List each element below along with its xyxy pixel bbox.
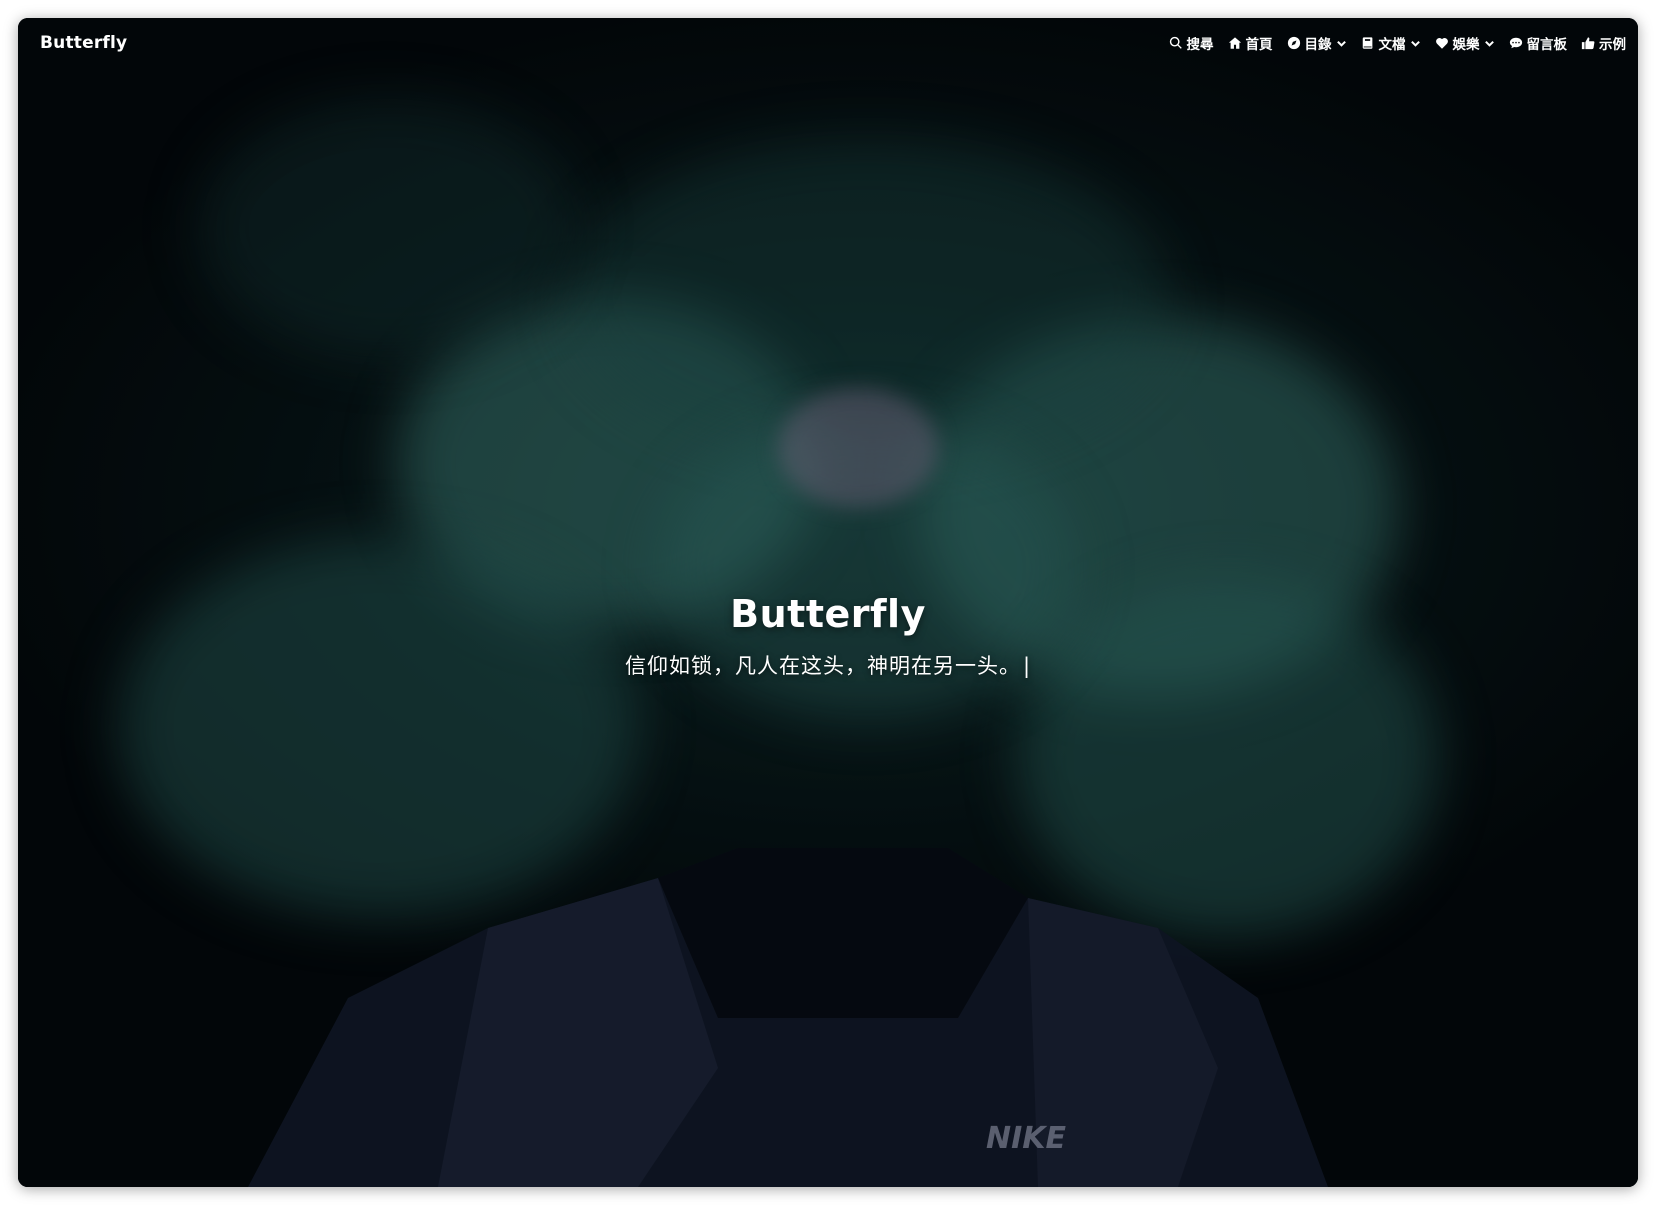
nav-item-home[interactable]: 首頁 [1228, 33, 1273, 53]
compass-icon [1287, 36, 1300, 50]
nav-menu: 搜尋 首頁 目錄 文檔 娛樂 留言板 示例 [1155, 33, 1626, 53]
browser-window: NIKE Butterfly 搜尋 首頁 目錄 文檔 娛樂 留言板 示例 But… [18, 18, 1638, 1187]
typing-cursor: | [1022, 654, 1032, 678]
heartbeat-icon [1435, 38, 1448, 49]
subtitle-text: 信仰如锁，凡人在这头，神明在另一头。 [624, 654, 1021, 678]
nav-item-label: 示例 [1599, 37, 1626, 53]
search-icon [1169, 36, 1182, 49]
nav-item-entertainment[interactable]: 娛樂 [1435, 33, 1495, 53]
nav-item-label: 留言板 [1526, 37, 1568, 53]
nav-item-label: 目錄 [1304, 37, 1332, 53]
nav-item-label: 娛樂 [1452, 37, 1480, 53]
book-icon [1362, 37, 1372, 49]
thumbs-up-icon [1581, 37, 1595, 50]
nav-item-catalog[interactable]: 目錄 [1287, 33, 1347, 53]
comment-icon [1509, 37, 1522, 49]
site-info: Butterfly 信仰如锁，凡人在这头，神明在另一头。| [18, 592, 1638, 680]
top-navbar: Butterfly 搜尋 首頁 目錄 文檔 娛樂 留言板 示例 [18, 18, 1638, 68]
nav-item-label: 搜尋 [1186, 37, 1214, 53]
nav-item-docs[interactable]: 文檔 [1361, 33, 1421, 53]
nav-item-search[interactable]: 搜尋 [1169, 33, 1214, 53]
nav-item-guestbook[interactable]: 留言板 [1509, 33, 1568, 53]
nav-item-label: 文檔 [1378, 37, 1406, 53]
site-title: Butterfly [730, 592, 926, 636]
site-brand-link[interactable]: Butterfly [40, 33, 127, 53]
nav-item-examples[interactable]: 示例 [1581, 33, 1626, 53]
site-subtitle: 信仰如锁，凡人在这头，神明在另一头。| [18, 650, 1638, 680]
nav-item-label: 首頁 [1245, 37, 1273, 53]
chevron-down-icon [1336, 40, 1346, 47]
chevron-down-icon [1410, 40, 1420, 47]
chevron-down-icon [1484, 40, 1494, 47]
home-icon [1228, 37, 1241, 49]
